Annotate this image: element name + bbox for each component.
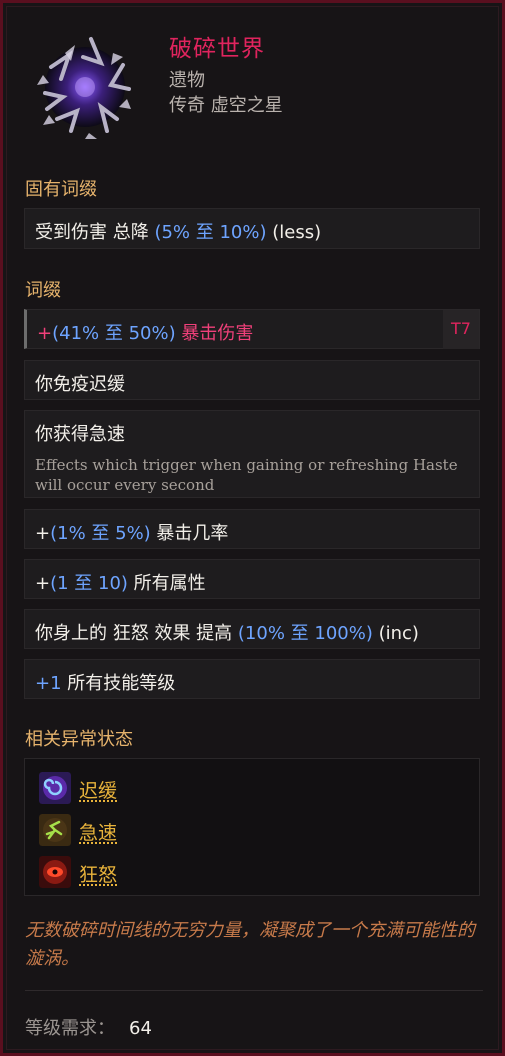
affix-description: Effects which trigger when gaining or re… [35, 456, 458, 494]
item-name: 破碎世界 [169, 36, 265, 62]
affix-row-crit-chance: +(1% 至 5%) 暴击几率 [24, 509, 480, 549]
affix-range: (10% 至 100%) [237, 623, 373, 644]
status-item-slow[interactable]: 迟缓 [39, 772, 239, 804]
status-link[interactable]: 迟缓 [79, 776, 117, 803]
implicit-section-title: 固有词缀 [25, 179, 97, 200]
status-link[interactable]: 狂怒 [79, 860, 117, 887]
slow-spiral-icon [39, 772, 71, 804]
status-section-title: 相关异常状态 [25, 729, 133, 750]
status-list: 迟缓 急速 狂怒 [24, 758, 480, 896]
implicit-range: (5% 至 10%) [154, 222, 267, 243]
status-item-rage[interactable]: 狂怒 [39, 856, 239, 888]
rage-eye-icon [39, 856, 71, 888]
affix-row-crit-damage: +(41% 至 50%) 暴击伤害 T7 [24, 309, 480, 349]
tooltip-header: 破碎世界 遗物 传奇 虚空之星 [3, 3, 502, 163]
affix-prefix: 你身上的 狂怒 效果 提高 [35, 623, 238, 644]
level-requirement: 等级需求： 64 [25, 1014, 152, 1040]
affix-row-rage: 你身上的 狂怒 效果 提高 (10% 至 100%) (inc) [24, 609, 480, 649]
affix-range: (1 至 10) [50, 573, 128, 594]
implicit-suffix: (less) [266, 222, 322, 243]
affix-plus: + [37, 323, 53, 344]
affix-text: 你免疫迟缓 [35, 374, 125, 395]
affix-plus: + [35, 573, 51, 594]
requirement-label: 等级需求： [25, 1018, 115, 1039]
affix-section-title: 词缀 [25, 280, 61, 301]
status-item-haste[interactable]: 急速 [39, 814, 239, 846]
affix-row-attributes: +(1 至 10) 所有属性 [24, 559, 480, 599]
status-link[interactable]: 急速 [79, 818, 117, 845]
affix-value: +1 [35, 673, 62, 694]
affix-title: 你获得急速 [35, 424, 125, 445]
item-type: 遗物 [169, 70, 205, 91]
affix-label: 暴击伤害 [175, 323, 254, 344]
affix-label: 所有技能等级 [61, 673, 176, 694]
tier-badge: T7 [443, 310, 479, 349]
divider [25, 990, 483, 991]
haste-runner-icon [39, 814, 71, 846]
affix-range: (41% 至 50%) [52, 323, 176, 344]
void-star-relic-icon [37, 37, 131, 139]
affix-suffix: (inc) [372, 623, 419, 644]
affix-plus: + [35, 523, 51, 544]
affix-row-skill-level: +1 所有技能等级 [24, 659, 480, 699]
affix-label: 暴击几率 [150, 523, 229, 544]
affix-row-haste: 你获得急速 Effects which trigger when gaining… [24, 410, 480, 498]
item-base-type: 传奇 虚空之星 [169, 95, 283, 116]
affix-label: 所有属性 [127, 573, 206, 594]
implicit-prefix: 受到伤害 总降 [35, 222, 155, 243]
requirement-value: 64 [129, 1018, 152, 1039]
item-tooltip: 破碎世界 遗物 传奇 虚空之星 固有词缀 受到伤害 总降 (5% 至 10%) … [0, 0, 505, 1056]
implicit-affix-row: 受到伤害 总降 (5% 至 10%) (less) [24, 208, 480, 249]
affix-range: (1% 至 5%) [50, 523, 151, 544]
affix-row-slow-immune: 你免疫迟缓 [24, 360, 480, 400]
flavor-text: 无数破碎时间线的无穷力量，凝聚成了一个充满可能性的漩涡。 [25, 920, 475, 969]
